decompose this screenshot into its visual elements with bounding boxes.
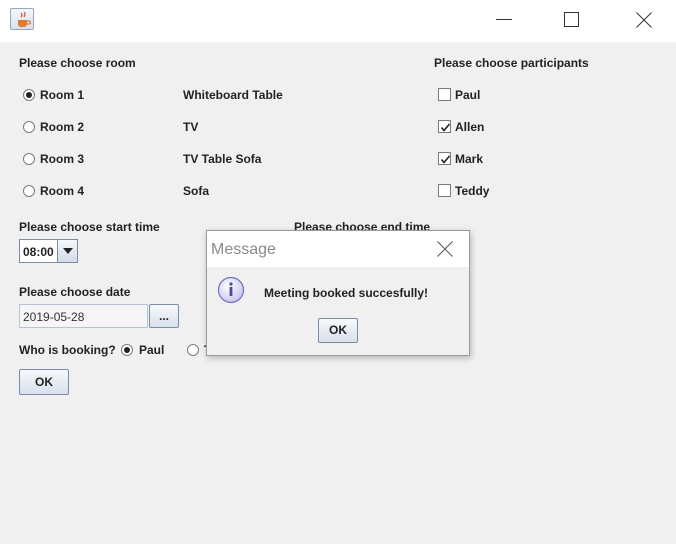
close-button[interactable]	[620, 0, 666, 40]
date-heading: Please choose date	[19, 285, 131, 299]
room-4-radio[interactable]	[23, 185, 35, 197]
message-dialog: Message Meeting booked succesfully! OK	[206, 230, 470, 356]
participant-teddy-checkbox[interactable]	[438, 184, 451, 197]
participants-heading: Please choose participants	[434, 56, 589, 70]
participant-mark-label[interactable]: Mark	[455, 152, 483, 166]
dialog-message: Meeting booked succesfully!	[264, 286, 429, 300]
participant-paul-label[interactable]: Paul	[455, 88, 480, 102]
date-picker-button[interactable]: ...	[149, 304, 179, 328]
room-4-label[interactable]: Room 4	[40, 184, 84, 198]
participant-allen-checkbox[interactable]	[438, 120, 451, 133]
room-3-label[interactable]: Room 3	[40, 152, 84, 166]
close-icon	[636, 12, 652, 28]
minimize-icon	[496, 19, 512, 20]
date-value: 2019-05-28	[23, 310, 85, 324]
participant-allen-label[interactable]: Allen	[455, 120, 484, 134]
room-3-equipment: TV Table Sofa	[183, 152, 262, 166]
room-1-label[interactable]: Room 1	[40, 88, 84, 102]
booker-paul-label[interactable]: Paul	[139, 343, 164, 357]
checkmark-icon	[440, 123, 451, 132]
java-cup-icon[interactable]	[10, 8, 34, 30]
checkmark-icon	[440, 155, 451, 164]
room-heading: Please choose room	[19, 56, 136, 70]
room-3-radio[interactable]	[23, 153, 35, 165]
chevron-down-icon[interactable]	[57, 240, 77, 262]
room-4-equipment: Sofa	[183, 184, 210, 198]
booker-teddy-radio[interactable]	[187, 344, 199, 356]
room-1-radio[interactable]	[23, 89, 35, 101]
dialog-title-bar: Message	[207, 231, 469, 267]
room-1-equipment: Whiteboard Table	[183, 88, 283, 102]
ok-button[interactable]: OK	[19, 369, 69, 395]
close-icon[interactable]	[437, 241, 453, 257]
booker-paul-radio[interactable]	[121, 344, 133, 356]
room-2-label[interactable]: Room 2	[40, 120, 84, 134]
date-field[interactable]: 2019-05-28	[19, 304, 148, 328]
info-icon	[217, 276, 245, 304]
start-time-combo[interactable]: 08:00	[19, 239, 78, 263]
minimize-button[interactable]	[480, 0, 526, 40]
booker-label: Who is booking?	[19, 343, 116, 357]
dialog-ok-button[interactable]: OK	[318, 318, 358, 343]
participant-teddy-label[interactable]: Teddy	[455, 184, 489, 198]
room-2-equipment: TV	[183, 120, 199, 134]
start-time-heading: Please choose start time	[19, 220, 160, 234]
participant-mark-checkbox[interactable]	[438, 152, 451, 165]
maximize-icon	[564, 12, 579, 27]
participant-paul-checkbox[interactable]	[438, 88, 451, 101]
room-2-radio[interactable]	[23, 121, 35, 133]
start-time-value: 08:00	[23, 245, 54, 259]
maximize-button[interactable]	[548, 0, 594, 40]
title-bar	[0, 0, 676, 42]
dialog-title: Message	[211, 241, 276, 258]
